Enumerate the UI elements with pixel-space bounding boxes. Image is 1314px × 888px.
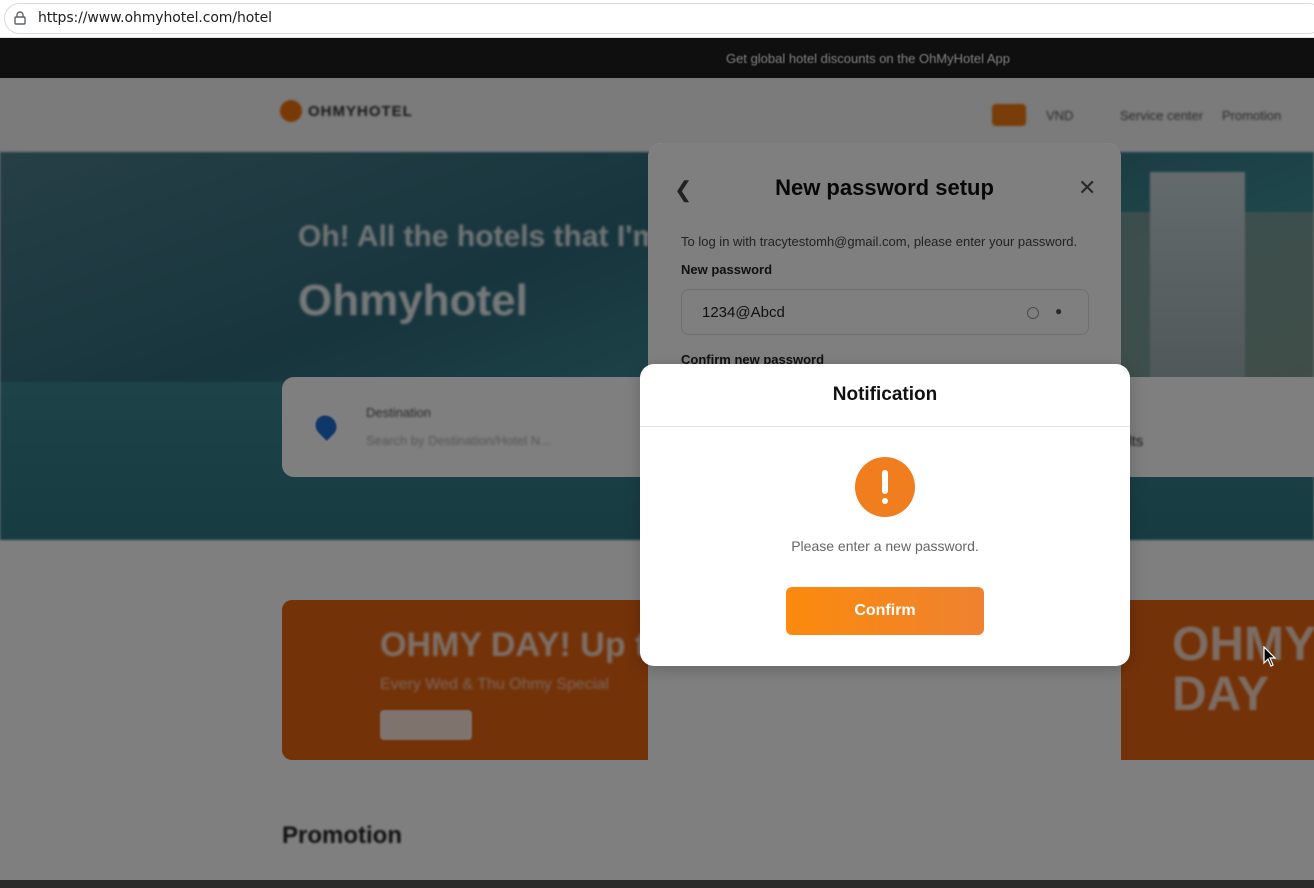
warning-icon-bar — [882, 470, 888, 494]
dialog-message: Please enter a new password. — [791, 538, 979, 554]
warning-icon — [855, 457, 915, 517]
mouse-cursor-icon — [1263, 646, 1277, 667]
notification-dialog: Notification Please enter a new password… — [640, 364, 1130, 666]
dialog-title: Notification — [640, 364, 1130, 427]
browser-address-bar: https://www.ohmyhotel.com/hotel — [0, 0, 1314, 38]
confirm-button[interactable]: Confirm — [786, 587, 984, 635]
lock-icon[interactable] — [14, 11, 26, 25]
warning-icon-dot — [882, 498, 888, 504]
bottom-strip — [0, 880, 1314, 888]
url-text[interactable]: https://www.ohmyhotel.com/hotel — [38, 10, 272, 26]
